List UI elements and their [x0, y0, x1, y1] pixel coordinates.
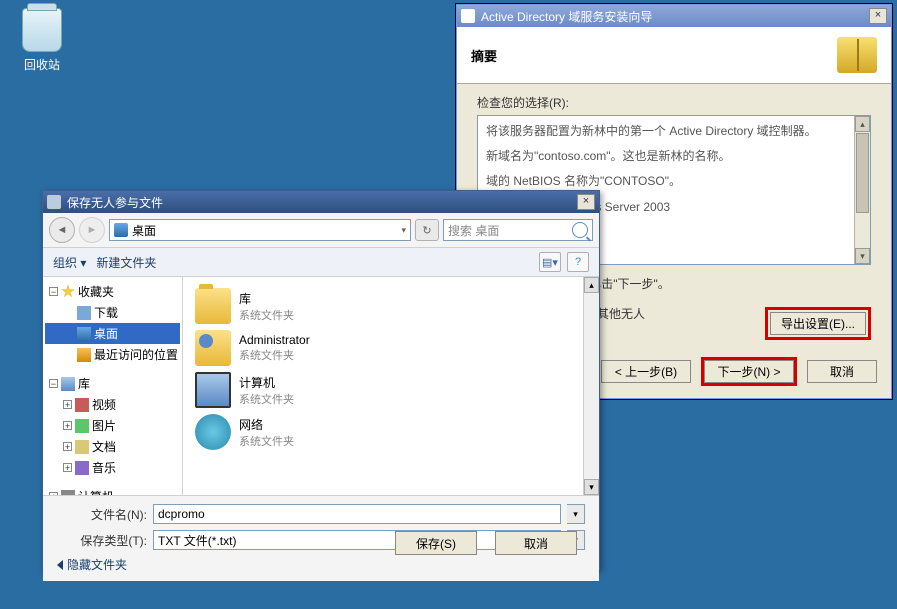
save-button[interactable]: 保存(S): [395, 531, 477, 555]
nav-forward-button[interactable]: ►: [79, 217, 105, 243]
save-title-icon: [47, 195, 61, 209]
folder-tree[interactable]: −收藏夹 下载 桌面 最近访问的位置 −库 +视频 +图片 +文档 +音乐 +计…: [43, 277, 183, 495]
back-button[interactable]: < 上一步(B): [601, 360, 691, 383]
tree-pictures[interactable]: +图片: [45, 415, 180, 436]
wizard-title-icon: [461, 9, 475, 23]
wizard-titlebar[interactable]: Active Directory 域服务安装向导 ×: [457, 5, 891, 27]
filelist-scrollbar[interactable]: ▴ ▾: [583, 277, 599, 495]
tree-favorites[interactable]: −收藏夹: [45, 281, 180, 302]
search-icon[interactable]: [572, 222, 588, 238]
address-row: ◄ ► 桌面 ▾ ↻ 搜索 桌面: [43, 213, 599, 248]
filename-dropdown[interactable]: ▾: [567, 504, 585, 524]
recycle-bin-icon: [22, 8, 62, 52]
save-file-dialog: 保存无人参与文件 × ◄ ► 桌面 ▾ ↻ 搜索 桌面 组织 ▾ 新建文件夹 ▤…: [42, 190, 600, 570]
tree-libraries[interactable]: −库: [45, 373, 180, 394]
wizard-close-button[interactable]: ×: [869, 8, 887, 24]
filename-input[interactable]: dcpromo: [153, 504, 561, 524]
search-placeholder: 搜索 桌面: [448, 222, 499, 239]
summary-line: 将该服务器配置为新林中的第一个 Active Directory 域控制器。: [486, 122, 862, 141]
library-icon: [195, 288, 231, 324]
save-title: 保存无人参与文件: [67, 194, 163, 211]
wizard-title: Active Directory 域服务安装向导: [481, 8, 652, 25]
next-button-highlight: 下一步(N) >: [701, 357, 797, 386]
tree-music[interactable]: +音乐: [45, 457, 180, 478]
summary-line: 域的 NetBIOS 名称为"CONTOSO"。: [486, 172, 862, 191]
refresh-button[interactable]: ↻: [415, 219, 439, 241]
user-folder-icon: [195, 330, 231, 366]
list-item[interactable]: 计算机系统文件夹: [191, 369, 591, 411]
summary-scrollbar[interactable]: ▴ ▾: [854, 116, 870, 264]
tree-downloads[interactable]: 下载: [45, 302, 180, 323]
tree-videos[interactable]: +视频: [45, 394, 180, 415]
hide-folders-toggle[interactable]: 隐藏文件夹: [57, 556, 585, 573]
tree-computer[interactable]: +计算机: [45, 486, 180, 495]
export-settings-button[interactable]: 导出设置(E)...: [770, 312, 866, 335]
organize-menu[interactable]: 组织 ▾: [53, 254, 86, 271]
network-icon: [195, 414, 231, 450]
tree-desktop[interactable]: 桌面: [45, 323, 180, 344]
list-item[interactable]: Administrator系统文件夹: [191, 327, 591, 369]
view-button[interactable]: ▤▾: [539, 252, 561, 272]
nav-back-button[interactable]: ◄: [49, 217, 75, 243]
save-titlebar[interactable]: 保存无人参与文件 ×: [43, 191, 599, 213]
summary-line: 新域名为"contoso.com"。这也是新林的名称。: [486, 147, 862, 166]
recycle-bin-label: 回收站: [18, 56, 66, 73]
wizard-cancel-button[interactable]: 取消: [807, 360, 877, 383]
tree-documents[interactable]: +文档: [45, 436, 180, 457]
dialog-cancel-button[interactable]: 取消: [495, 531, 577, 555]
scroll-up-icon[interactable]: ▴: [584, 277, 599, 293]
review-label: 检查您的选择(R):: [477, 94, 871, 111]
scroll-thumb[interactable]: [856, 133, 869, 213]
scroll-down-icon[interactable]: ▾: [584, 479, 599, 495]
filename-label: 文件名(N):: [57, 506, 147, 523]
filetype-label: 保存类型(T):: [57, 532, 147, 549]
wizard-book-icon: [837, 37, 877, 73]
export-button-highlight: 导出设置(E)...: [765, 307, 871, 340]
save-close-button[interactable]: ×: [577, 194, 595, 210]
file-list[interactable]: 库系统文件夹 Administrator系统文件夹 计算机系统文件夹 网络系统文…: [183, 277, 599, 495]
scroll-up-icon[interactable]: ▴: [855, 116, 870, 132]
wizard-header: 摘要: [457, 27, 891, 84]
scroll-down-icon[interactable]: ▾: [855, 248, 870, 264]
chevron-left-icon: [57, 560, 63, 570]
new-folder-button[interactable]: 新建文件夹: [96, 254, 156, 271]
breadcrumb-bar[interactable]: 桌面 ▾: [109, 219, 411, 241]
dialog-toolbar: 组织 ▾ 新建文件夹 ▤▾ ?: [43, 248, 599, 277]
computer-icon: [195, 372, 231, 408]
desktop-icon: [114, 223, 128, 237]
list-item[interactable]: 网络系统文件夹: [191, 411, 591, 453]
recycle-bin[interactable]: 回收站: [18, 8, 66, 73]
breadcrumb-text: 桌面: [132, 222, 156, 239]
breadcrumb-dropdown-icon[interactable]: ▾: [401, 225, 406, 236]
help-button[interactable]: ?: [567, 252, 589, 272]
wizard-header-text: 摘要: [471, 46, 497, 65]
list-item[interactable]: 库系统文件夹: [191, 285, 591, 327]
search-input[interactable]: 搜索 桌面: [443, 219, 593, 241]
tree-recent[interactable]: 最近访问的位置: [45, 344, 180, 365]
next-button[interactable]: 下一步(N) >: [704, 360, 794, 383]
